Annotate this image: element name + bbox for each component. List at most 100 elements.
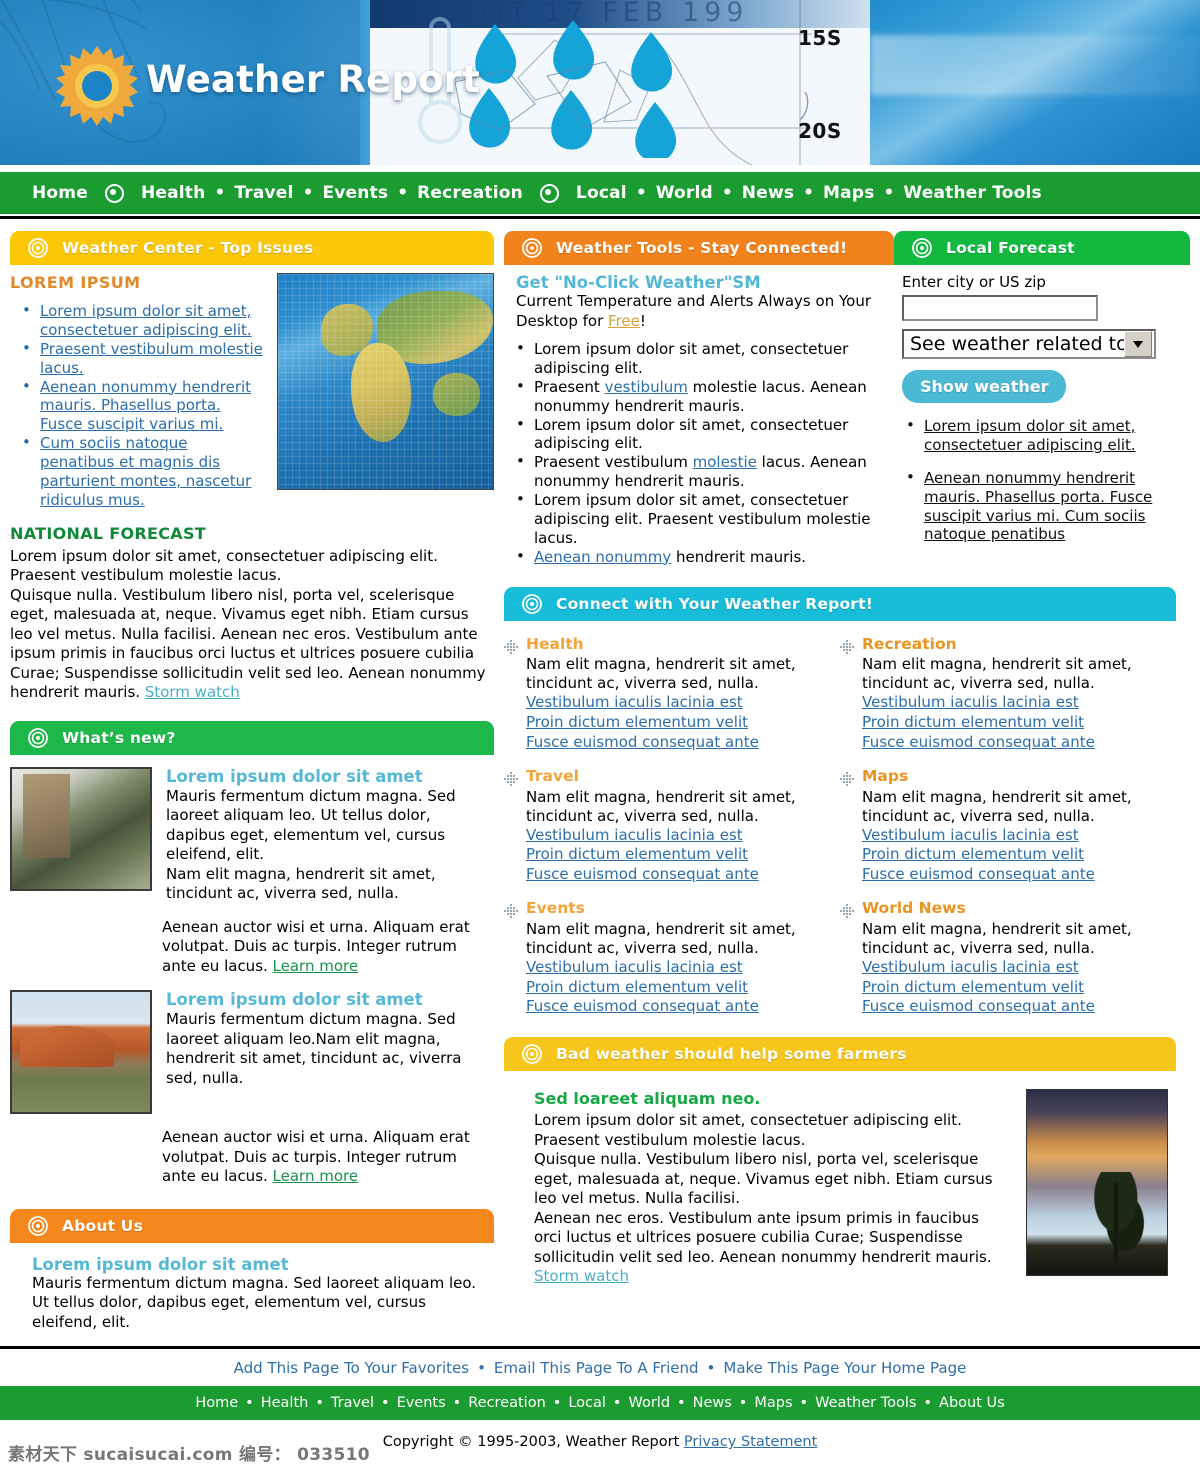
nav-item-weather-tools[interactable]: Weather Tools — [903, 183, 1041, 203]
weather-center-bullet-link[interactable]: Cum sociis natoque penatibus et magnis d… — [40, 434, 251, 509]
nav-separator: • — [397, 183, 409, 203]
category-link[interactable]: Vestibulum iaculis lacinia est — [526, 693, 826, 713]
category-link[interactable]: Fusce euismod consequat ante — [526, 997, 826, 1017]
footer-nav-maps[interactable]: Maps — [754, 1395, 792, 1411]
nav-item-travel[interactable]: Travel — [234, 183, 293, 203]
footer-nav-about-us[interactable]: About Us — [939, 1395, 1005, 1411]
connect-category-travel: Travel Nam elit magna, hendrerit sit amet… — [504, 767, 840, 899]
category-title: Events — [526, 899, 585, 917]
whats-new-1-body1: Mauris fermentum dictum magna. Sed laore… — [166, 786, 456, 864]
target-icon — [28, 238, 48, 258]
weather-related-select-value: See weather related to ... — [910, 333, 1124, 355]
city-zip-label: Enter city or US zip — [902, 273, 1046, 291]
privacy-statement-link[interactable]: Privacy Statement — [684, 1434, 817, 1450]
category-bullet — [840, 767, 862, 885]
category-link[interactable]: Vestibulum iaculis lacinia est — [526, 958, 826, 978]
learn-more-link-2[interactable]: Learn more — [273, 1167, 359, 1185]
weather-report-page: GMT 17 FEB 199 15S 20S Weather Report Ho… — [0, 0, 1200, 1481]
nav-item-maps[interactable]: Maps — [823, 183, 874, 203]
bullet-text-after: hendrerit mauris. — [671, 547, 807, 566]
bullet-inline-link[interactable]: Aenean nonummy — [534, 548, 671, 566]
footer-nav-separator: • — [315, 1395, 324, 1412]
nav-item-home[interactable]: Home — [32, 183, 88, 203]
weather-center-panel-header: Weather Center - Top Issues — [10, 231, 494, 265]
local-forecast-bullet-link[interactable]: Lorem ipsum dolor sit amet, consectetuer… — [924, 417, 1136, 454]
nav-item-world[interactable]: World — [656, 183, 713, 203]
category-bullet — [840, 899, 862, 1017]
national-forecast-heading: NATIONAL FORECAST — [10, 523, 206, 543]
footer-nav-world[interactable]: World — [628, 1395, 670, 1411]
target-icon — [522, 1044, 542, 1065]
weather-related-select[interactable]: See weather related to ... — [902, 329, 1156, 359]
footer-nav-travel[interactable]: Travel — [331, 1395, 374, 1411]
footer-navigation: Home • Health • Travel • Events • Recreation • Loc… — [0, 1386, 1200, 1421]
category-bullet — [504, 767, 526, 885]
local-forecast-bullet-link[interactable]: Aenean nonummy hendrerit mauris. Phasell… — [924, 469, 1152, 544]
target-icon — [522, 238, 542, 258]
category-link[interactable]: Proin dictum elementum velit — [526, 978, 826, 998]
whats-new-1-body2: Nam elit magna, hendrerit sit amet, tinc… — [166, 864, 436, 903]
weather-center-bullet-link[interactable]: Lorem ipsum dolor sit amet, consectetuer… — [40, 302, 252, 339]
category-bullet — [840, 635, 862, 753]
footer-nav-local[interactable]: Local — [568, 1395, 606, 1411]
footer-utility-link[interactable]: Add This Page To Your Favorites — [234, 1359, 469, 1377]
show-weather-button[interactable]: Show weather — [902, 370, 1067, 403]
red-rock-desert-image — [10, 990, 152, 1115]
footer-nav-news[interactable]: News — [693, 1395, 732, 1411]
footer-nav-home[interactable]: Home — [195, 1395, 238, 1411]
dotted-diamond-icon — [504, 639, 518, 654]
watermark-text: 素材天下 sucaisucai.com 编号： 033510 — [8, 1445, 370, 1465]
free-link[interactable]: Free — [608, 312, 640, 330]
target-icon — [28, 727, 48, 748]
category-link[interactable]: Fusce euismod consequat ante — [526, 865, 826, 885]
bullet-inline-link[interactable]: vestibulum — [605, 378, 688, 396]
dotted-diamond-icon — [840, 904, 854, 918]
storm-watch-link[interactable]: Storm watch — [145, 683, 240, 701]
list-item: Aenean nonummy hendrerit mauris. Phasell… — [10, 377, 494, 435]
nav-item-local[interactable]: Local — [576, 183, 627, 203]
nav-separator: • — [721, 183, 733, 203]
footer-nav-recreation[interactable]: Recreation — [468, 1395, 546, 1411]
site-title: Weather Report — [146, 58, 481, 101]
about-us-subtitle: Lorem ipsum dolor sit amet — [32, 1254, 289, 1274]
nav-separator: • — [883, 183, 895, 203]
nav-target-icon — [539, 183, 559, 203]
bullet-inline-link[interactable]: molestie — [693, 453, 757, 471]
footer-utility-link[interactable]: Make This Page Your Home Page — [723, 1359, 966, 1377]
nav-separator: • — [214, 183, 226, 203]
footer-nav-weather-tools[interactable]: Weather Tools — [815, 1395, 916, 1411]
category-link[interactable]: Fusce euismod consequat ante — [526, 733, 826, 753]
dotted-diamond-icon — [840, 639, 854, 654]
footer-utility-link[interactable]: Email This Page To A Friend — [494, 1359, 699, 1377]
site-banner: GMT 17 FEB 199 15S 20S Weather Report — [0, 0, 1200, 170]
nav-separator: • — [803, 183, 815, 203]
footer-nav-health[interactable]: Health — [261, 1395, 309, 1411]
category-link[interactable]: Proin dictum elementum velit — [526, 713, 826, 733]
list-item: Cum sociis natoque penatibus et magnis d… — [10, 433, 494, 510]
lead-post-text: ! — [639, 311, 646, 330]
local-forecast-title: Local Forecast — [946, 239, 1075, 257]
footer-utility-links: Add This Page To Your Favorites • Email Th… — [0, 1349, 1200, 1386]
city-zip-input[interactable] — [902, 295, 1098, 321]
nav-item-news[interactable]: News — [742, 183, 794, 203]
banner-bottom-spacer — [0, 165, 1200, 170]
local-forecast-panel-header: Local Forecast — [894, 231, 1190, 265]
nav-item-recreation[interactable]: Recreation — [417, 183, 523, 203]
nav-item-health[interactable]: Health — [141, 183, 206, 203]
whats-new-panel-header: What’s new? — [10, 720, 494, 755]
chevron-down-icon[interactable] — [1124, 331, 1152, 357]
whats-new-item-1: Lorem ipsum dolor sit amet Mauris fermen… — [10, 766, 494, 904]
farmers-storm-watch-link[interactable]: Storm watch — [534, 1267, 629, 1285]
weather-center-bullet-link[interactable]: Aenean nonummy hendrerit mauris. Phasell… — [40, 378, 251, 434]
list-item: Aenean nonummy hendrerit mauris. — [504, 547, 894, 567]
category-link[interactable]: Proin dictum elementum velit — [526, 845, 826, 865]
weather-center-bullet-link[interactable]: Praesent vestibulum molestie lacus. — [40, 340, 263, 377]
list-item: Lorem ipsum dolor sit amet, consectetuer… — [504, 490, 894, 548]
bullet-text: Praesent — [534, 377, 605, 396]
learn-more-link-1[interactable]: Learn more — [273, 957, 359, 975]
nav-item-events[interactable]: Events — [322, 183, 388, 203]
weather-tools-panel-header: Weather Tools - Stay Connected! — [504, 231, 894, 265]
footer-nav-events[interactable]: Events — [397, 1395, 446, 1411]
copyright-text: Copyright © 1995-2003, Weather Report — [382, 1434, 684, 1451]
category-link[interactable]: Vestibulum iaculis lacinia est — [526, 826, 826, 846]
